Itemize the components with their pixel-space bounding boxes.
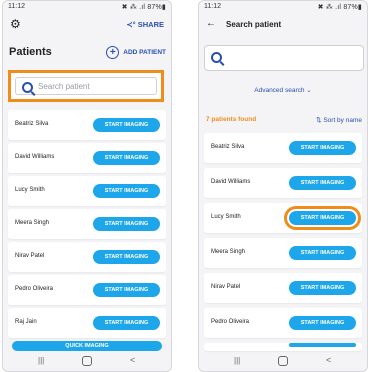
start-imaging-button[interactable]	[289, 343, 356, 347]
search-field-highlight: Search patient	[8, 70, 164, 102]
status-time: 11:12	[8, 3, 25, 10]
start-imaging-button[interactable]: START IMAGING	[93, 250, 160, 264]
results-count: 7 patients found	[206, 116, 257, 123]
results-header: 7 patients found ⇅ Sort by name	[198, 116, 368, 126]
back-icon[interactable]: <	[326, 355, 331, 365]
patient-name: David Williams	[211, 179, 251, 185]
system-nav-bar: ||| <	[2, 352, 172, 372]
start-imaging-button[interactable]: START IMAGING	[289, 211, 356, 225]
start-imaging-button[interactable]: START IMAGING	[93, 283, 160, 297]
page-title: Search patient	[226, 20, 282, 29]
start-imaging-button[interactable]: START IMAGING	[93, 184, 160, 198]
status-bar: 11:12 ✖ ⁂ .ıl 87%▮	[2, 0, 172, 14]
app-header: ⚙ ≺° SHARE	[2, 14, 172, 38]
patient-name: Lucy Smith	[211, 214, 241, 220]
status-time: 11:12	[204, 3, 221, 10]
start-imaging-button[interactable]: START IMAGING	[289, 316, 356, 330]
start-imaging-button[interactable]: START IMAGING	[93, 217, 160, 231]
search-patient-screen: 11:12 ✖ ⁂ .ıl 87%▮ ← Search patient Adva…	[198, 0, 368, 372]
patient-name: Meera Singh	[211, 249, 246, 255]
search-icon	[211, 52, 222, 63]
start-imaging-button[interactable]: START IMAGING	[93, 118, 160, 132]
patient-card-partial[interactable]	[204, 343, 362, 351]
patient-name: Pedro Oliveira	[15, 286, 54, 292]
quick-imaging-button[interactable]: QUICK IMAGING	[12, 341, 162, 351]
recents-icon[interactable]: |||	[38, 357, 46, 365]
home-icon[interactable]	[278, 356, 288, 366]
share-icon: ≺°	[126, 20, 138, 29]
patient-name: Pedro Oliveira	[211, 319, 250, 325]
page-title: Patients	[9, 46, 52, 58]
advanced-search-toggle[interactable]: Advanced search ⌄	[198, 86, 368, 94]
patient-name: Nirav Patel	[211, 284, 241, 290]
patient-card[interactable]: Beatriz Silva START IMAGING	[8, 110, 166, 140]
patient-card[interactable]: Pedro Oliveira START IMAGING	[204, 308, 362, 338]
patient-card[interactable]: Pedro Oliveira START IMAGING	[8, 275, 166, 305]
home-icon[interactable]	[82, 356, 92, 366]
add-patient-button[interactable]: + ADD PATIENT	[106, 46, 166, 59]
recents-icon[interactable]: |||	[234, 357, 242, 365]
system-nav-bar: ||| <	[198, 352, 368, 372]
title-row: Patients + ADD PATIENT	[2, 42, 172, 62]
patient-card[interactable]: Meera Singh START IMAGING	[204, 238, 362, 268]
status-bar: 11:12 ✖ ⁂ .ıl 87%▮	[198, 0, 368, 14]
patient-name: David Williams	[15, 154, 55, 160]
patient-card[interactable]: David Williams START IMAGING	[204, 168, 362, 198]
start-imaging-button[interactable]: START IMAGING	[93, 316, 160, 330]
patient-name: Meera Singh	[15, 220, 50, 226]
patient-name: Nirav Patel	[15, 253, 45, 259]
patient-card[interactable]: Lucy Smith START IMAGING	[8, 176, 166, 206]
search-input[interactable]	[204, 45, 364, 71]
patient-name: Raj Jain	[15, 319, 37, 325]
search-icon	[22, 82, 33, 93]
start-imaging-button[interactable]: START IMAGING	[289, 246, 356, 260]
patient-card[interactable]: Lucy Smith START IMAGING	[204, 203, 362, 233]
sort-button[interactable]: ⇅ Sort by name	[316, 116, 362, 124]
patient-card[interactable]: Raj Jain START IMAGING	[8, 308, 166, 338]
patient-card[interactable]: David Williams START IMAGING	[8, 143, 166, 173]
start-imaging-button[interactable]: START IMAGING	[289, 141, 356, 155]
start-imaging-button[interactable]: START IMAGING	[289, 176, 356, 190]
search-placeholder: Search patient	[38, 82, 90, 91]
back-arrow-icon[interactable]: ←	[206, 18, 216, 29]
patient-card[interactable]: Nirav Patel START IMAGING	[204, 273, 362, 303]
patient-card[interactable]: Beatriz Silva START IMAGING	[204, 133, 362, 163]
patient-name: Beatriz Silva	[211, 144, 245, 150]
start-imaging-button[interactable]: START IMAGING	[289, 281, 356, 295]
search-input[interactable]: Search patient	[15, 77, 157, 95]
gear-icon[interactable]: ⚙	[10, 17, 21, 31]
patient-name: Beatriz Silva	[15, 121, 49, 127]
start-imaging-button[interactable]: START IMAGING	[93, 151, 160, 165]
patient-name: Lucy Smith	[15, 187, 45, 193]
share-button[interactable]: ≺° SHARE	[126, 20, 164, 29]
add-icon: +	[106, 46, 120, 59]
status-icons: ✖ ⁂ .ıl 87%▮	[317, 4, 362, 11]
status-icons: ✖ ⁂ .ıl 87%▮	[121, 4, 166, 11]
patient-card[interactable]: Meera Singh START IMAGING	[8, 209, 166, 239]
back-icon[interactable]: <	[130, 355, 135, 365]
patient-card[interactable]: Nirav Patel START IMAGING	[8, 242, 166, 272]
patients-screen: 11:12 ✖ ⁂ .ıl 87%▮ ⚙ ≺° SHARE Patients +…	[2, 0, 172, 372]
